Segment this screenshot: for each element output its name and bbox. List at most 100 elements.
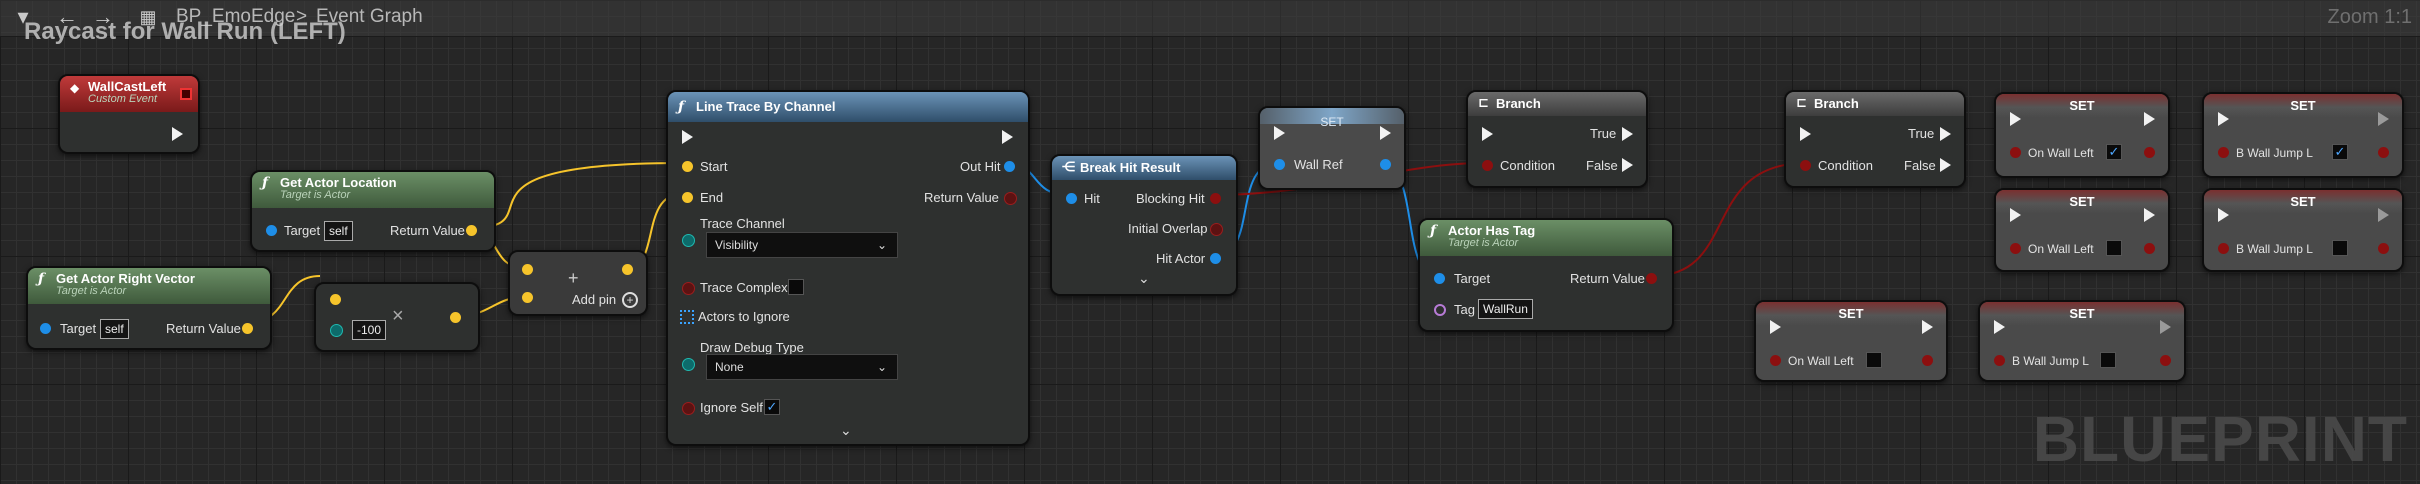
value-checkbox[interactable]: ✓ xyxy=(2332,144,2348,160)
sum-out-pin[interactable] xyxy=(622,264,633,275)
trace-complex-pin[interactable] xyxy=(682,282,695,295)
ignore-self-pin[interactable] xyxy=(682,402,695,415)
value-checkbox[interactable] xyxy=(2106,240,2122,256)
initial-overlap-pin[interactable] xyxy=(1210,223,1223,236)
add-node[interactable]: + Add pin + xyxy=(508,250,648,316)
exec-out-pin[interactable] xyxy=(1380,126,1391,140)
set-on-wall-left-node-3[interactable]: SET On Wall Left xyxy=(1754,300,1948,382)
return-value-pin[interactable] xyxy=(1004,192,1017,205)
trace-channel-dropdown[interactable]: Visibility ⌄ xyxy=(706,232,898,258)
add-pin-plus-icon[interactable]: + xyxy=(622,292,638,308)
blueprint-graph-canvas[interactable]: ▾ ← → ▦ BP_EmoEdge > Event Graph Raycast… xyxy=(0,0,2420,484)
exec-in-pin[interactable] xyxy=(1770,320,1781,334)
return-value-pin[interactable] xyxy=(466,225,477,236)
chevron-down-icon[interactable]: ⌄ xyxy=(840,422,852,439)
true-exec-pin[interactable] xyxy=(1622,127,1633,141)
exec-out-pin[interactable] xyxy=(1002,130,1013,144)
exec-in-pin[interactable] xyxy=(2218,208,2229,222)
return-value-pin[interactable] xyxy=(242,323,253,334)
exec-out-pin[interactable] xyxy=(2144,112,2155,126)
exec-out-pin[interactable] xyxy=(1922,320,1933,334)
exec-out-pin[interactable] xyxy=(2160,320,2171,334)
exec-in-pin[interactable] xyxy=(1800,127,1811,141)
actor-has-tag-node[interactable]: ƒ Actor Has Tag Target is Actor Target R… xyxy=(1418,218,1674,332)
value-in-pin[interactable] xyxy=(2010,243,2021,254)
multiply-node[interactable]: -100 × xyxy=(314,282,480,352)
chevron-down-icon[interactable]: ⌄ xyxy=(1138,270,1150,287)
array-pin-icon[interactable] xyxy=(680,310,694,324)
value-checkbox[interactable] xyxy=(1866,352,1882,368)
target-pin[interactable] xyxy=(40,323,51,334)
get-actor-right-vector-node[interactable]: ƒ Get Actor Right Vector Target is Actor… xyxy=(26,266,272,350)
set-b-wall-jump-l-node-3[interactable]: SET B Wall Jump L xyxy=(1978,300,2186,382)
tag-value-field[interactable]: WallRun xyxy=(1478,299,1533,319)
draw-debug-type-pin[interactable] xyxy=(682,358,695,371)
branch-node-1[interactable]: ⊏ Branch True Condition False xyxy=(1466,90,1648,188)
set-b-wall-jump-l-node-2[interactable]: SET B Wall Jump L xyxy=(2202,188,2404,272)
draw-debug-type-dropdown[interactable]: None ⌄ xyxy=(706,354,898,380)
value-in-pin[interactable] xyxy=(2218,243,2229,254)
true-exec-pin[interactable] xyxy=(1940,127,1951,141)
value-checkbox[interactable] xyxy=(2332,240,2348,256)
start-pin[interactable] xyxy=(682,161,693,172)
custom-event-node[interactable]: ◆ WallCastLeft Custom Event xyxy=(58,74,200,154)
value-out-pin[interactable] xyxy=(2378,147,2389,158)
multiplier-field[interactable]: -100 xyxy=(352,320,387,340)
trace-complex-checkbox[interactable] xyxy=(788,279,804,295)
exec-out-pin[interactable] xyxy=(2378,112,2389,126)
condition-pin[interactable] xyxy=(1482,160,1493,171)
value-out-pin[interactable] xyxy=(2144,147,2155,158)
exec-in-pin[interactable] xyxy=(2218,112,2229,126)
target-pin[interactable] xyxy=(1434,273,1445,284)
value-checkbox[interactable] xyxy=(2100,352,2116,368)
value-out-pin[interactable] xyxy=(1922,355,1933,366)
value-checkbox[interactable]: ✓ xyxy=(2106,144,2122,160)
wall-ref-in-pin[interactable] xyxy=(1274,159,1285,170)
float-in-pin[interactable] xyxy=(330,324,343,337)
set-on-wall-left-node-1[interactable]: SET On Wall Left ✓ xyxy=(1994,92,2170,178)
set-b-wall-jump-l-node-1[interactable]: SET B Wall Jump L ✓ xyxy=(2202,92,2404,178)
set-wall-ref-node[interactable]: SET Wall Ref xyxy=(1258,106,1406,190)
exec-in-pin[interactable] xyxy=(1274,126,1285,140)
false-exec-pin[interactable] xyxy=(1940,158,1951,172)
hit-actor-pin[interactable] xyxy=(1210,253,1221,264)
wall-ref-out-pin[interactable] xyxy=(1380,159,1391,170)
vector-in-pin[interactable] xyxy=(330,294,341,305)
exec-in-pin[interactable] xyxy=(2010,208,2021,222)
exec-in-pin[interactable] xyxy=(2010,112,2021,126)
vector-out-pin[interactable] xyxy=(450,312,461,323)
exec-in-pin[interactable] xyxy=(1994,320,2005,334)
target-self-field[interactable]: self xyxy=(324,221,353,241)
value-out-pin[interactable] xyxy=(2160,355,2171,366)
break-hit-result-node[interactable]: ⋲ Break Hit Result Hit Blocking Hit Init… xyxy=(1050,154,1238,296)
tag-pin[interactable] xyxy=(1434,304,1446,316)
target-self-field[interactable]: self xyxy=(100,319,129,339)
value-in-pin[interactable] xyxy=(2218,147,2229,158)
value-out-pin[interactable] xyxy=(2378,243,2389,254)
exec-in-pin[interactable] xyxy=(682,130,693,144)
target-pin[interactable] xyxy=(266,225,277,236)
out-hit-pin[interactable] xyxy=(1004,161,1015,172)
get-actor-location-node[interactable]: ƒ Get Actor Location Target is Actor Tar… xyxy=(250,170,496,252)
a-in-pin[interactable] xyxy=(522,264,533,275)
trace-channel-pin[interactable] xyxy=(682,234,695,247)
ignore-self-checkbox[interactable]: ✓ xyxy=(764,399,780,415)
exec-in-pin[interactable] xyxy=(1482,127,1493,141)
exec-out-pin[interactable] xyxy=(2378,208,2389,222)
add-pin-button[interactable]: Add pin xyxy=(572,292,616,308)
value-in-pin[interactable] xyxy=(2010,147,2021,158)
value-in-pin[interactable] xyxy=(1770,355,1781,366)
branch-node-2[interactable]: ⊏ Branch True Condition False xyxy=(1784,90,1966,188)
exec-out-pin[interactable] xyxy=(2144,208,2155,222)
blocking-hit-pin[interactable] xyxy=(1210,193,1221,204)
line-trace-by-channel-node[interactable]: ƒ Line Trace By Channel Start Out Hit En… xyxy=(666,90,1030,446)
condition-pin[interactable] xyxy=(1800,160,1811,171)
false-exec-pin[interactable] xyxy=(1622,158,1633,172)
set-on-wall-left-node-2[interactable]: SET On Wall Left xyxy=(1994,188,2170,272)
delegate-pin-icon[interactable] xyxy=(180,88,192,100)
end-pin[interactable] xyxy=(682,192,693,203)
exec-out-pin[interactable] xyxy=(172,127,183,141)
value-out-pin[interactable] xyxy=(2144,243,2155,254)
value-in-pin[interactable] xyxy=(1994,355,2005,366)
hit-pin[interactable] xyxy=(1066,193,1077,204)
